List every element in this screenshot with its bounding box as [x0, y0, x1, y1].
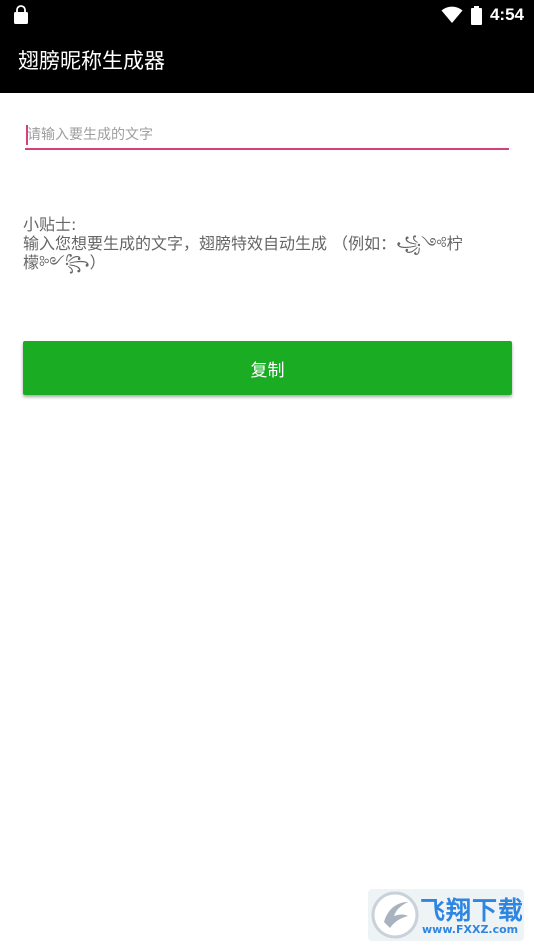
copy-button[interactable]: 复制 [23, 341, 512, 395]
app-title: 翅膀昵称生成器 [18, 49, 165, 73]
input-underline [25, 148, 509, 150]
wifi-icon [441, 6, 463, 23]
text-cursor [26, 125, 28, 145]
app-bar: 翅膀昵称生成器 [0, 30, 534, 93]
tips-heading: 小贴士: [23, 215, 77, 234]
fxxz-logo-icon [371, 891, 419, 939]
battery-icon [470, 5, 482, 25]
watermark-url: www.FXXZ.com [422, 923, 519, 936]
status-right-group: 4:54 [441, 3, 524, 27]
watermark-brand: 飞翔下载 [420, 896, 522, 923]
tips-body: 输入您想要生成的文字，翅膀特效自动生成 （例如：꧁༺柠檬༻꧂） [23, 234, 463, 272]
shopping-bag-icon [14, 5, 28, 24]
status-bar: 4:54 [0, 0, 534, 30]
tips-section: 小贴士: 输入您想要生成的文字，翅膀特效自动生成 （例如：꧁༺柠檬༻꧂） [23, 215, 503, 272]
watermark: 飞翔下载 www.FXXZ.com [368, 889, 524, 941]
status-time: 4:54 [489, 5, 524, 24]
